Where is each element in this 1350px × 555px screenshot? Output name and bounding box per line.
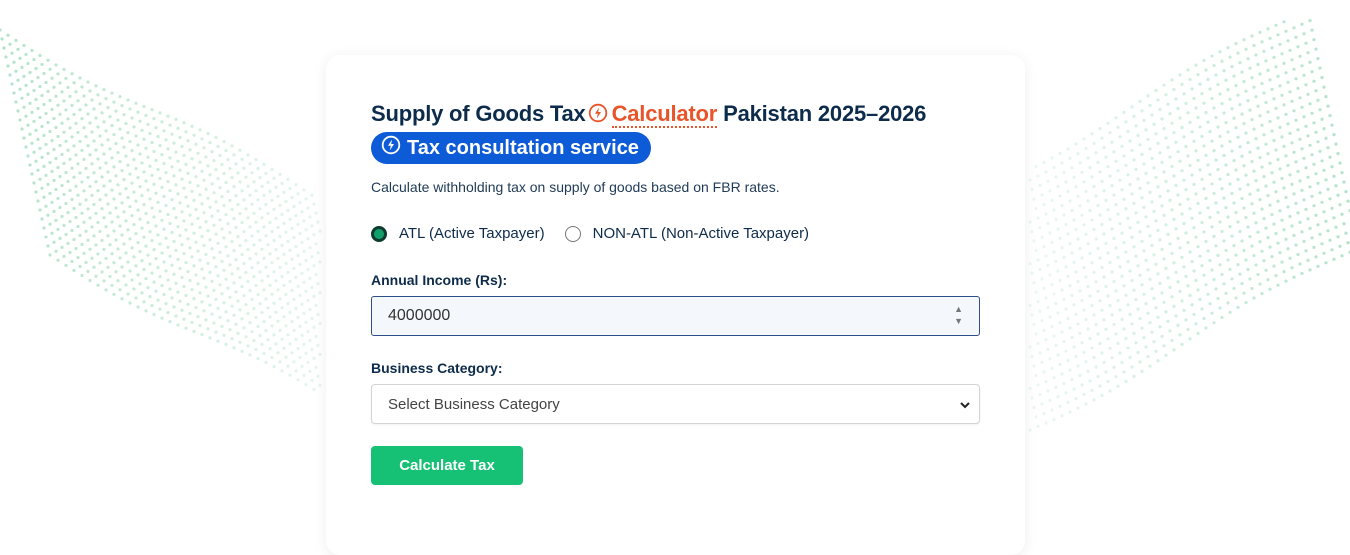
up-down-arrows-icon[interactable]: ▲ ▼ — [954, 305, 963, 329]
business-category-label: Business Category: — [371, 360, 503, 376]
annual-income-value: 4000000 — [388, 307, 451, 324]
calculate-tax-button[interactable]: Calculate Tax — [371, 446, 523, 485]
chevron-down-icon — [959, 398, 971, 415]
radio-atl[interactable] — [371, 225, 387, 242]
radio-atl-label[interactable]: ATL (Active Taxpayer) — [399, 225, 545, 242]
page-title: Supply of Goods Tax Calculator Pakistan 2… — [371, 101, 926, 129]
lightning-bolt-icon — [588, 103, 608, 129]
business-category-value: Select Business Category — [388, 395, 560, 413]
page-description: Calculate withholding tax on supply of g… — [371, 179, 780, 195]
title-prefix: Supply of Goods Tax — [371, 101, 586, 126]
radio-non-atl-label[interactable]: NON-ATL (Non-Active Taxpayer) — [593, 225, 809, 242]
badge-label: Tax consultation service — [407, 136, 639, 159]
lightning-bolt-icon — [381, 135, 401, 161]
annual-income-input[interactable]: 4000000 ▲ ▼ — [371, 296, 980, 336]
radio-non-atl[interactable] — [564, 225, 581, 242]
tax-consultation-badge[interactable]: Tax consultation service — [371, 132, 651, 164]
calculator-link[interactable]: Calculator — [611, 101, 717, 128]
annual-income-label: Annual Income (Rs): — [371, 272, 508, 288]
spinner-down-icon[interactable]: ▼ — [954, 317, 963, 329]
calculator-card: Supply of Goods Tax Calculator Pakistan 2… — [326, 55, 1025, 555]
taxpayer-status-group: ATL (Active Taxpayer) NON-ATL (Non-Activ… — [371, 225, 829, 242]
business-category-select[interactable]: Select Business Category — [371, 384, 980, 424]
title-suffix: Pakistan 2025–2026 — [723, 101, 927, 126]
